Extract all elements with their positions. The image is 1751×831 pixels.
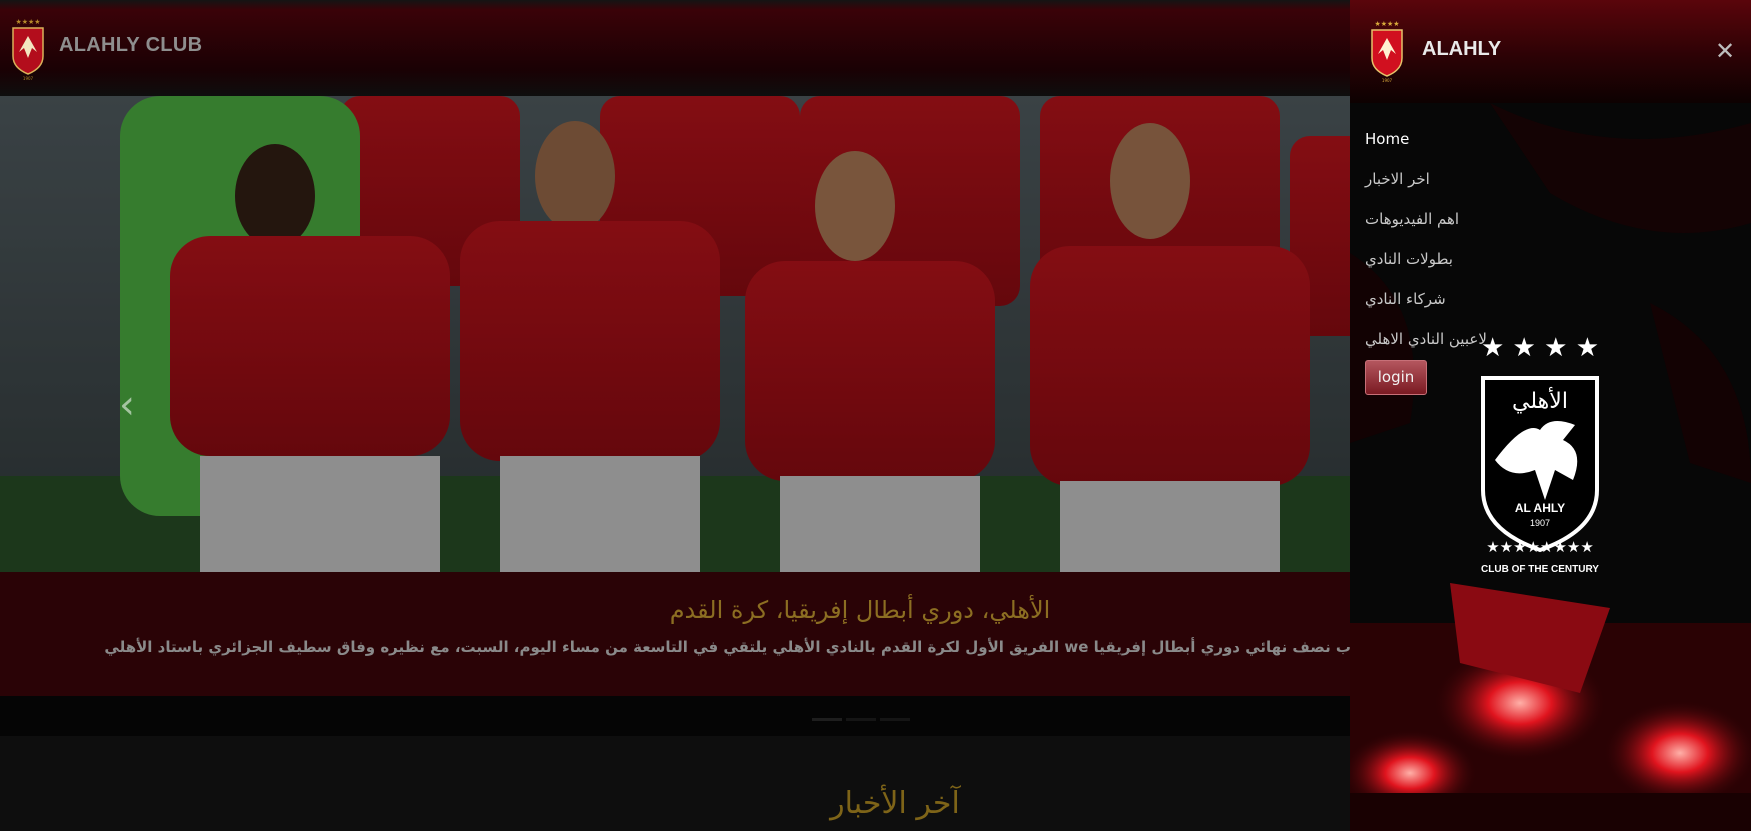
- crest-stars: ★ ★ ★ ★: [1481, 333, 1599, 363]
- alahly-logo-icon: ★★★★ 1907: [1367, 18, 1407, 84]
- close-icon[interactable]: ✕: [1712, 38, 1738, 64]
- crest-year: 1907: [1530, 518, 1550, 528]
- sidebar-item-top-videos[interactable]: اهم الفيديوهات: [1365, 208, 1487, 248]
- sidebar-title: ALAHLY: [1422, 38, 1502, 60]
- login-button[interactable]: login: [1365, 360, 1427, 395]
- carousel-indicator[interactable]: [880, 718, 910, 721]
- crest-latin-name: AL AHLY: [1515, 501, 1565, 515]
- svg-text:★★★★★★★★: ★★★★★★★★: [1486, 538, 1594, 556]
- carousel-caption-text: ب نصف نهائي دوري أبطال إفريقيا we الفريق…: [104, 638, 1351, 656]
- club-crest-emblem: ★ ★ ★ ★ الأهلي AL AHLY 1907 ★★★★★★★★ CLU…: [1481, 333, 1599, 575]
- sidebar-item-club-partners[interactable]: شركاء النادي: [1365, 288, 1487, 328]
- sidebar-item-club-championships[interactable]: بطولات النادي: [1365, 248, 1487, 288]
- carousel-indicator[interactable]: [812, 718, 842, 721]
- sidebar-header: ★★★★ 1907 ALAHLY ✕: [1350, 0, 1751, 103]
- alahly-logo-icon[interactable]: ★★★★ 1907: [8, 16, 48, 82]
- sidebar-item-latest-news[interactable]: اخر الاخبار: [1365, 168, 1487, 208]
- carousel-indicators: [812, 706, 914, 721]
- svg-text:★★★★: ★★★★: [15, 18, 40, 26]
- carousel-indicator[interactable]: [846, 718, 876, 721]
- offcanvas-sidebar: ★★★★ 1907 ALAHLY ✕ Home اخر الاخبار اهم …: [1350, 0, 1751, 831]
- navbar-brand[interactable]: ALAHLY CLUB: [59, 34, 202, 57]
- svg-text:★★★★: ★★★★: [1374, 20, 1399, 28]
- svg-text:1907: 1907: [1382, 78, 1393, 83]
- crest-motto: CLUB OF THE CENTURY: [1481, 564, 1599, 575]
- crest-arabic-name: الأهلي: [1512, 387, 1568, 414]
- sidebar-item-home[interactable]: Home: [1365, 128, 1487, 168]
- svg-text:1907: 1907: [23, 76, 34, 81]
- carousel-prev-button[interactable]: ‹: [112, 385, 142, 425]
